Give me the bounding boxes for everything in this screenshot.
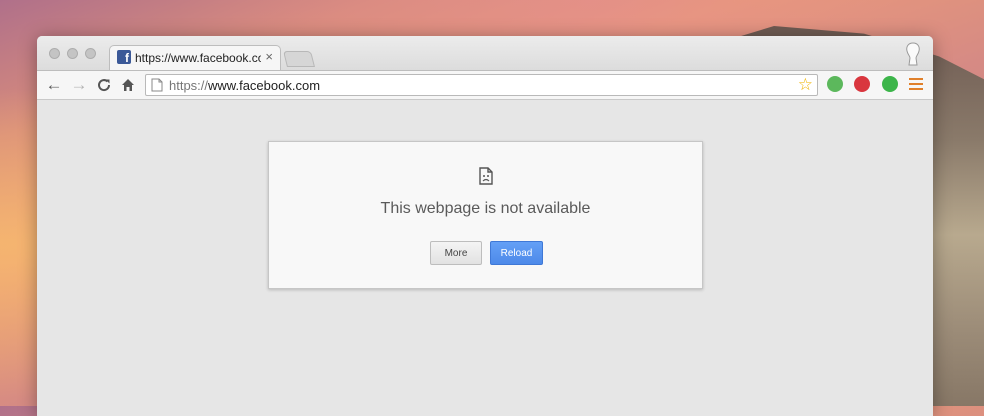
new-tab-button[interactable]	[283, 51, 315, 67]
reload-button[interactable]: Reload	[490, 241, 543, 265]
chrome-menu-icon[interactable]	[909, 78, 923, 93]
adblock-extension-icon[interactable]	[854, 76, 870, 92]
window-maximize-button[interactable]	[85, 48, 96, 59]
back-arrow-icon[interactable]: ←	[43, 74, 65, 96]
home-icon[interactable]	[117, 74, 139, 96]
browser-window: f https://www.facebook.com × ← → https:/…	[37, 36, 933, 416]
title-bar: f https://www.facebook.com ×	[37, 36, 933, 70]
navigation-toolbar: ← → https://www.facebook.com ☆	[37, 70, 933, 100]
bookmark-star-icon[interactable]: ☆	[798, 75, 813, 95]
window-close-button[interactable]	[49, 48, 60, 59]
forward-arrow-icon[interactable]: →	[68, 74, 90, 96]
address-bar[interactable]: https://www.facebook.com ☆	[145, 74, 818, 96]
tab-title: https://www.facebook.com	[135, 51, 261, 65]
page-content: This webpage is not available More Reloa…	[37, 100, 933, 416]
reload-icon[interactable]	[93, 74, 115, 96]
evernote-extension-icon[interactable]	[827, 76, 843, 92]
more-button[interactable]: More	[430, 241, 482, 265]
url-scheme: https://	[169, 78, 209, 93]
page-icon	[151, 78, 163, 92]
url-host: www.facebook.com	[208, 78, 321, 93]
error-card: This webpage is not available More Reloa…	[268, 141, 703, 289]
error-title: This webpage is not available	[380, 200, 591, 217]
window-minimize-button[interactable]	[67, 48, 78, 59]
user-profile-icon[interactable]	[903, 41, 923, 67]
sad-page-icon	[479, 167, 493, 185]
facebook-icon: f	[117, 50, 131, 65]
url-text: https://www.facebook.com	[169, 78, 320, 93]
pushbullet-extension-icon[interactable]	[882, 76, 898, 92]
tab-close-icon[interactable]: ×	[265, 49, 273, 64]
browser-tab[interactable]: f https://www.facebook.com ×	[109, 45, 281, 70]
